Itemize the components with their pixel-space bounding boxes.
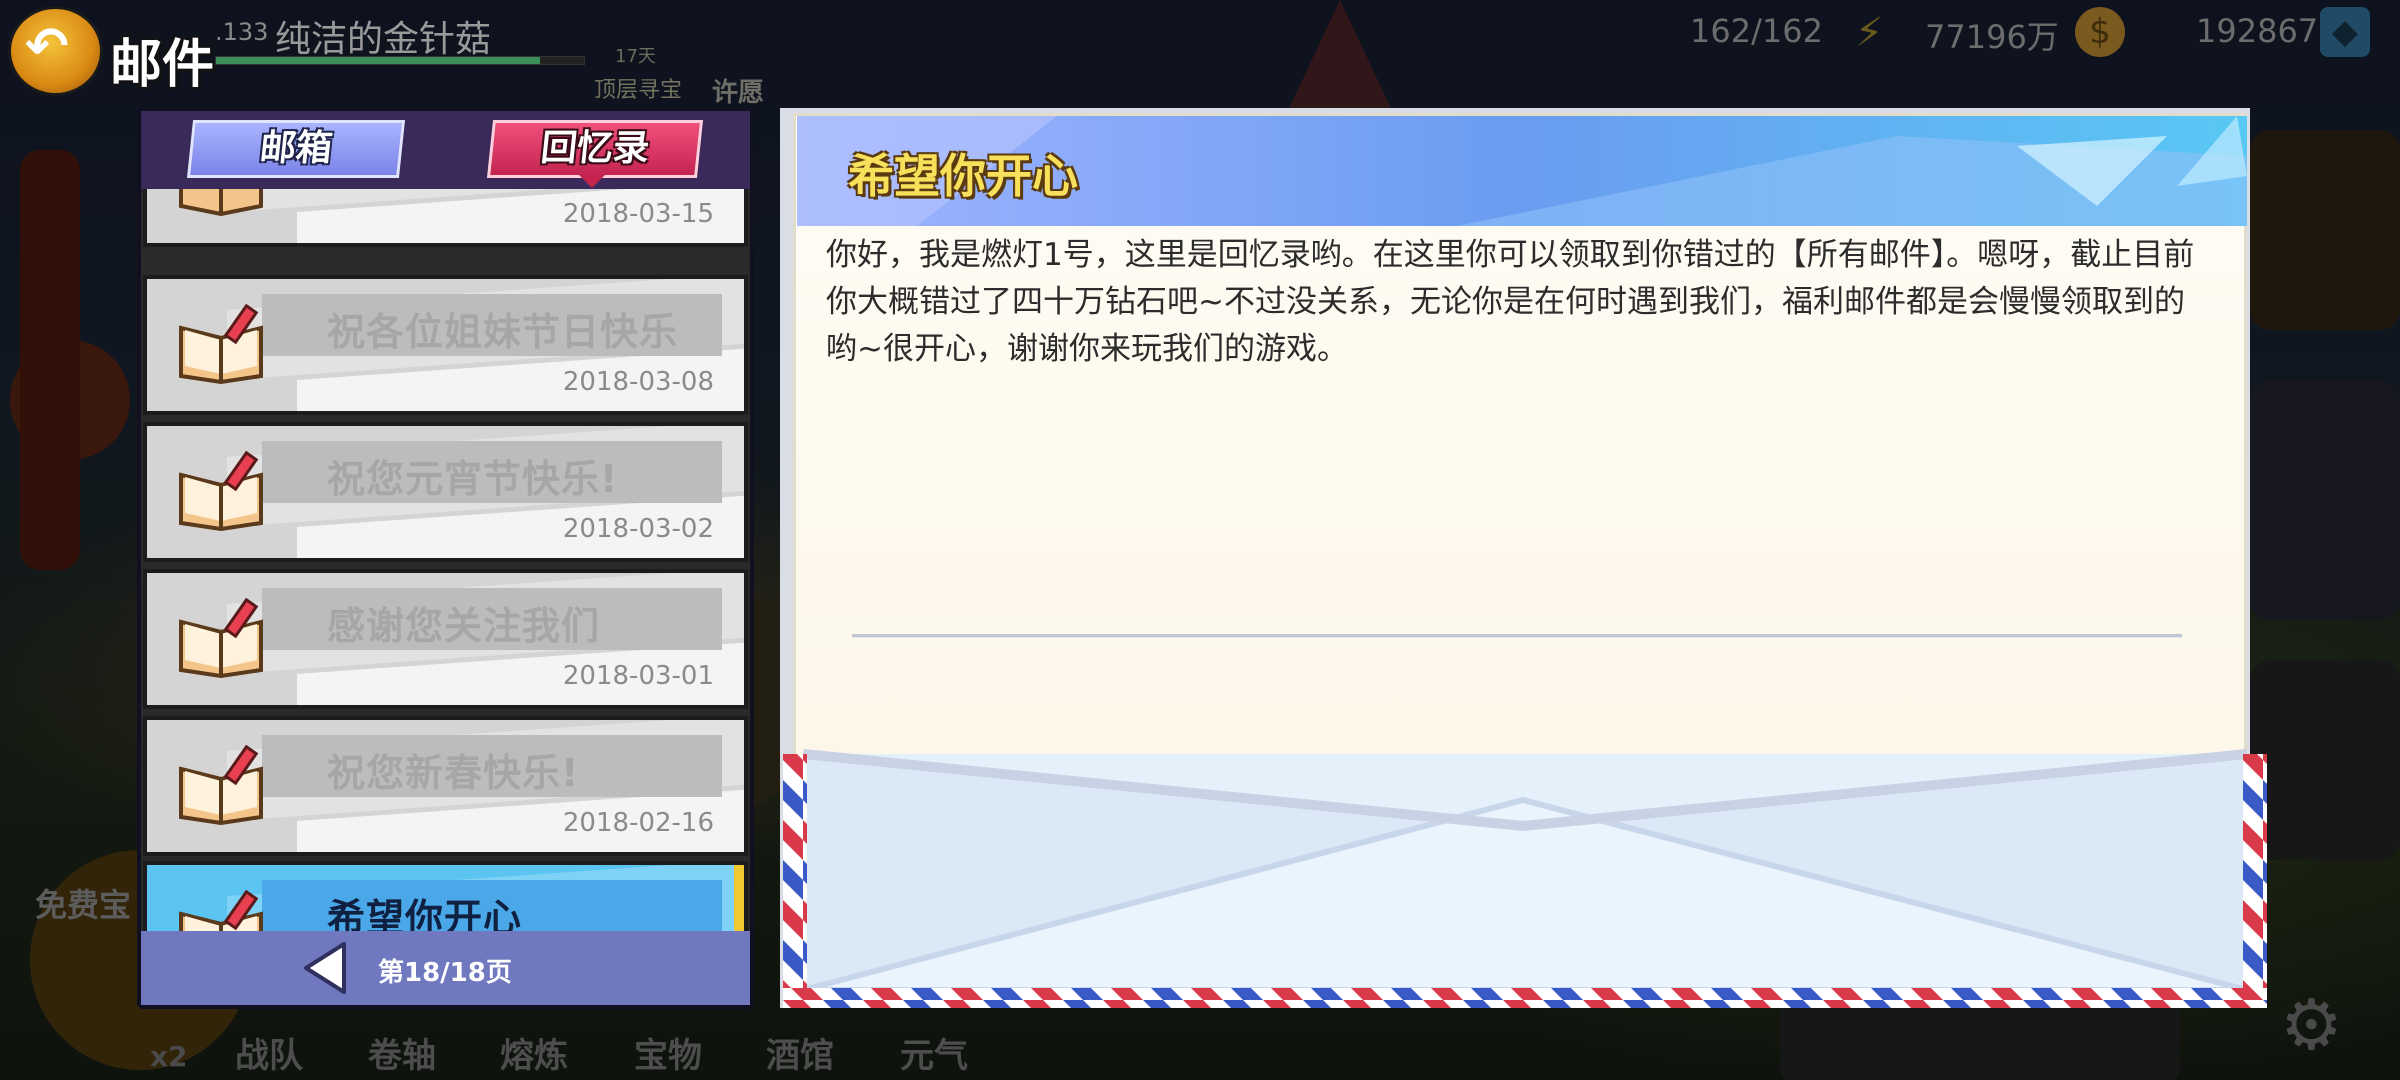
stamina-value: 162/162: [1690, 12, 1823, 50]
experience-fill: [216, 57, 540, 64]
coin-icon[interactable]: $: [2075, 7, 2125, 57]
nav-smelt[interactable]: 熔炼: [500, 1028, 568, 1077]
chest-label: 顶层寻宝: [594, 78, 683, 103]
energy-bolt-icon[interactable]: ⚡: [1855, 10, 1895, 60]
nav-treasure[interactable]: 宝物: [634, 1028, 702, 1077]
list-item[interactable]: 祝各位姐妹节日快乐 2018-03-08: [143, 275, 748, 415]
mail-subject: 希望你开心: [327, 896, 523, 931]
wish-label: 许愿: [712, 78, 765, 108]
mail-book-icon: [179, 598, 263, 678]
nav-vitality[interactable]: 元气: [900, 1028, 968, 1077]
diamond-value: 192867: [2196, 12, 2319, 50]
tab-mailbox[interactable]: 邮箱: [186, 120, 406, 178]
active-tab-pointer: [578, 174, 606, 188]
page-indicator: 第18/18页: [378, 958, 512, 988]
page-title: 邮件: [110, 35, 215, 95]
mail-date: 2018-02-16: [562, 808, 714, 838]
list-item[interactable]: 2018-03-15: [143, 189, 748, 247]
nav-scroll[interactable]: 卷轴: [368, 1028, 436, 1077]
player-name: 纯洁的金针菇: [275, 19, 492, 60]
mail-subject: 祝您元宵节快乐!: [327, 457, 619, 501]
multiplier-label: x2: [150, 1040, 188, 1073]
mail-date: 2018-03-02: [562, 514, 714, 544]
mail-subject: 祝您新春快乐!: [327, 751, 580, 795]
list-item[interactable]: 祝您元宵节快乐! 2018-03-02: [143, 422, 748, 562]
mail-date: 2018-03-01: [562, 661, 714, 691]
mail-book-icon: [179, 189, 263, 216]
experience-bar: [215, 56, 585, 65]
left-triangle-icon[interactable]: [300, 940, 350, 996]
tab-memoir[interactable]: 回忆录: [486, 120, 704, 178]
settings-gear-icon[interactable]: ⚙: [2280, 990, 2343, 1060]
player-level: .133: [215, 18, 269, 46]
mail-subject: 祝各位姐妹节日快乐: [327, 310, 679, 354]
list-item-selected[interactable]: 希望你开心: [143, 861, 748, 931]
list-item[interactable]: 祝您新春快乐! 2018-02-16: [143, 716, 748, 856]
mail-book-icon: [179, 451, 263, 531]
nav-team[interactable]: 战队: [235, 1028, 303, 1077]
days-badge: 17天: [615, 46, 656, 67]
back-button[interactable]: ↶: [8, 6, 103, 96]
letter-title: 希望你开心: [848, 149, 1078, 203]
nav-tavern[interactable]: 酒馆: [766, 1028, 834, 1077]
letter-divider: [852, 634, 2182, 638]
letter-body: 你好，我是燃灯1号，这里是回忆录哟。在这里你可以领取到你错过的【所有邮件】。嗯呀…: [826, 237, 2195, 367]
mail-book-icon: [179, 745, 263, 825]
mail-subject: 感谢您关注我们: [327, 604, 601, 648]
gold-value: 77196万: [1925, 18, 2059, 56]
mail-date: 2018-03-15: [562, 199, 714, 229]
diamond-icon[interactable]: ◆: [2320, 7, 2370, 57]
mail-book-icon: [179, 304, 263, 384]
airmail-envelope: [783, 749, 2267, 1008]
mail-date: 2018-03-08: [562, 367, 714, 397]
free-chest-label: 免费宝: [35, 886, 132, 924]
back-arrow-icon: ↶: [25, 17, 69, 77]
list-item[interactable]: 感谢您关注我们 2018-03-01: [143, 569, 748, 709]
mail-book-icon: [179, 890, 263, 931]
mail-list[interactable]: 2018-03-15 祝各位姐妹节日快乐 2018-03-08 祝您元宵节快乐!…: [141, 189, 750, 931]
selected-edge: [734, 865, 744, 931]
